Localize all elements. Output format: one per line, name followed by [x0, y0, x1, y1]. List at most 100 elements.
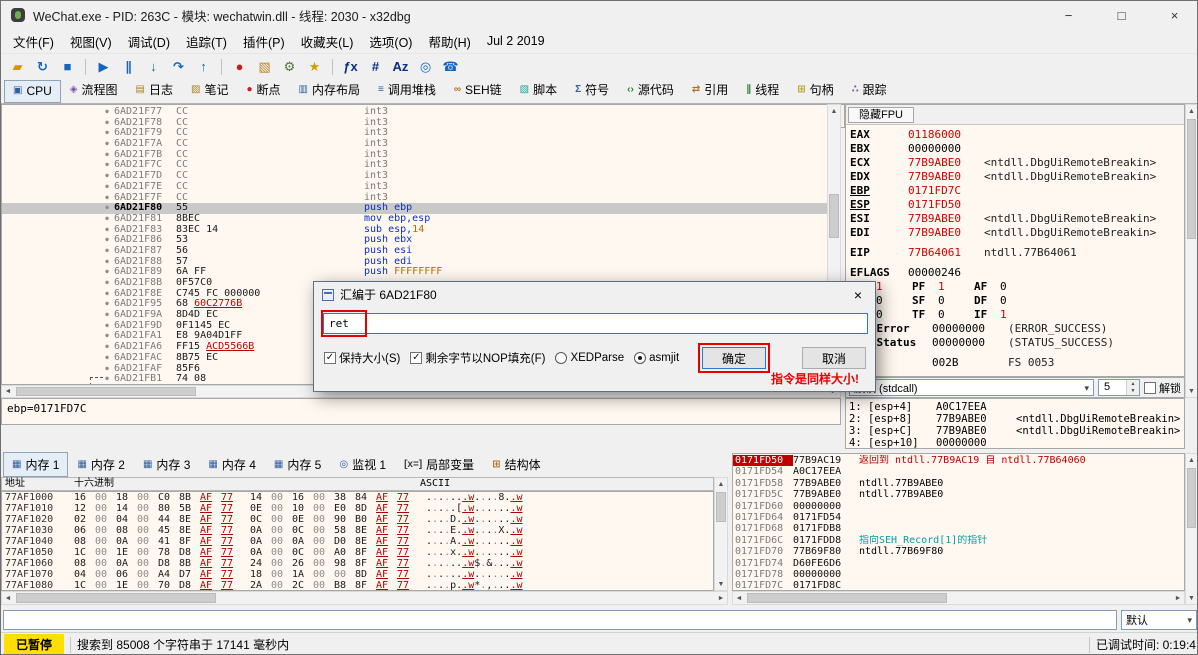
tab-script[interactable]: ▧ 脚本: [511, 77, 566, 103]
scrollbar-thumb[interactable]: [716, 492, 726, 522]
tab-symbols[interactable]: Σ 符号: [566, 77, 618, 103]
tab-notes[interactable]: ▨ 笔记: [182, 77, 237, 103]
dump-row[interactable]: 77AF1070 04000600A4D7AF7718001A00008DAF7…: [2, 569, 713, 580]
register-row[interactable]: ESP 0171FD50: [850, 198, 1180, 212]
register-row[interactable]: EBX 00000000: [850, 142, 1180, 156]
assembly-instruction-input[interactable]: [323, 313, 868, 334]
search-icon[interactable]: ◎: [414, 56, 437, 78]
tab-log[interactable]: ▤ 日志: [127, 77, 182, 103]
restart-icon[interactable]: ↻: [31, 56, 54, 78]
register-row[interactable]: EAX 01186000: [850, 128, 1180, 142]
pause-icon[interactable]: ∥: [117, 56, 140, 78]
tab-cpu[interactable]: ▣ CPU: [4, 80, 61, 103]
dump-row[interactable]: 77AF1050 1C001E0078D8AF770A000C00A08FAF7…: [2, 547, 713, 558]
scroll-left-arrow[interactable]: [733, 592, 745, 604]
open-file-icon[interactable]: ▰: [6, 56, 29, 78]
stack-vertical-scrollbar[interactable]: [1185, 453, 1198, 605]
calling-convention-select[interactable]: 默认 (stdcall): [849, 379, 1094, 396]
menu-favourites[interactable]: 收藏夹(L): [293, 29, 362, 54]
dump-row[interactable]: 77AF1000 16001800C08BAF77140016003884AF7…: [2, 492, 713, 503]
tab-struct[interactable]: ⊞ 结构体: [483, 452, 549, 477]
scrollbar-thumb[interactable]: [1187, 468, 1196, 528]
menu-view[interactable]: 视图(V): [62, 29, 120, 54]
settings-icon[interactable]: ⚙: [278, 56, 301, 78]
flags-row[interactable]: ZF1 PF1 AF0: [850, 280, 1180, 294]
stack-row[interactable]: 0171FD58 77B9ABE0 ntdll.77B9ABE0: [733, 478, 1184, 489]
dump-row[interactable]: 77AF1060 08000A00D88BAF7724002600988FAF7…: [2, 558, 713, 569]
dump-horizontal-scrollbar[interactable]: [1, 591, 728, 605]
spin-up-icon[interactable]: [1127, 380, 1139, 388]
register-row[interactable]: EFLAGS 00000246: [850, 266, 1180, 280]
scroll-up-arrow[interactable]: [1186, 105, 1197, 117]
minimize-button[interactable]: −: [1046, 1, 1091, 29]
scroll-left-arrow[interactable]: [2, 386, 14, 397]
stack-row[interactable]: 0171FD50 77B9AC19 返回到 ntdll.77B9AC19 自 n…: [733, 455, 1184, 466]
register-row[interactable]: ECX 77B9ABE0 <ntdll.DbgUiRemoteBreakin>: [850, 156, 1180, 170]
scroll-right-arrow[interactable]: [715, 592, 727, 604]
tab-memory-map[interactable]: ▥ 内存布局: [290, 77, 369, 103]
scroll-up-arrow[interactable]: [1186, 454, 1197, 466]
register-row[interactable]: LastError 00000000 (ERROR_SUCCESS): [850, 322, 1180, 336]
register-row[interactable]: EDI 77B9ABE0 <ntdll.DbgUiRemoteBreakin>: [850, 226, 1180, 240]
register-row[interactable]: GS 002B FS 0053: [850, 356, 1180, 370]
scroll-down-arrow[interactable]: [715, 578, 727, 590]
spin-down-icon[interactable]: [1127, 388, 1139, 396]
tab-locals[interactable]: [x=] 局部变量: [395, 452, 483, 477]
nop-fill-checkbox[interactable]: 剩余字节以NOP填充(F): [410, 350, 545, 366]
run-icon[interactable]: ▶: [92, 56, 115, 78]
tab-watch-1[interactable]: ◎ 监视 1: [330, 452, 395, 477]
tab-seh-chain[interactable]: ∞ SEH链: [445, 77, 511, 103]
tab-dump-5[interactable]: ▦ 内存 5: [265, 452, 330, 477]
argument-row[interactable]: 3: [esp+C] 77B9ABE0 <ntdll.DbgUiRemoteBr…: [846, 425, 1184, 437]
dump-row[interactable]: 77AF1020 02000400448EAF770C000E0090B0AF7…: [2, 514, 713, 525]
dump-vertical-scrollbar[interactable]: [714, 477, 728, 591]
stack-row[interactable]: 0171FD54 A0C17EEA: [733, 466, 1184, 477]
cancel-button[interactable]: 取消: [802, 347, 866, 369]
tab-graph[interactable]: ◈ 流程图: [61, 77, 127, 103]
stack-row[interactable]: 0171FD64 0171FD54: [733, 512, 1184, 523]
run-until-return-icon[interactable]: ↑: [192, 56, 215, 78]
tab-dump-3[interactable]: ▦ 内存 3: [134, 452, 199, 477]
menu-trace[interactable]: 追踪(T): [178, 29, 235, 54]
register-row[interactable]: LastStatus 00000000 (STATUS_SUCCESS): [850, 336, 1180, 350]
stack-row[interactable]: 0171FD7C 0171FD8C: [733, 580, 1184, 591]
asmjit-radio[interactable]: asmjit: [634, 352, 679, 364]
dump-row[interactable]: 77AF1010 12001400805BAF770E001000E08DAF7…: [2, 503, 713, 514]
stack-row[interactable]: 0171FD60 00000000: [733, 501, 1184, 512]
tab-dump-4[interactable]: ▦ 内存 4: [199, 452, 264, 477]
xedparse-radio[interactable]: XEDParse: [555, 352, 624, 364]
tab-call-stack[interactable]: ≡ 调用堆栈: [369, 77, 445, 103]
favourites-icon[interactable]: ★: [303, 56, 326, 78]
stack-row[interactable]: 0171FD78 00000000: [733, 569, 1184, 580]
menu-plugins[interactable]: 插件(P): [235, 29, 293, 54]
command-input[interactable]: [3, 610, 1117, 630]
argument-row[interactable]: 2: [esp+8] 77B9ABE0 <ntdll.DbgUiRemoteBr…: [846, 413, 1184, 425]
scroll-left-arrow[interactable]: [2, 592, 14, 604]
ok-button[interactable]: 确定: [702, 347, 766, 369]
stack-row[interactable]: 0171FD6C 0171FDD8 指向SEH_Record[1]的指针: [733, 535, 1184, 546]
disassembly-row[interactable]: ● 6AD21F7E CC int3: [2, 182, 827, 193]
assemble-icon[interactable]: ƒx: [339, 56, 362, 78]
register-row[interactable]: EIP 77B64061 ntdll.77B64061: [850, 246, 1180, 260]
scrollbar-thumb[interactable]: [1187, 119, 1196, 239]
argument-row[interactable]: 4: [esp+10] 00000000: [846, 437, 1184, 449]
scroll-right-arrow[interactable]: [1172, 592, 1184, 604]
stack-horizontal-scrollbar[interactable]: [732, 591, 1185, 605]
unlock-checkbox[interactable]: 解锁: [1144, 380, 1181, 396]
register-row[interactable]: ESI 77B9ABE0 <ntdll.DbgUiRemoteBreakin>: [850, 212, 1180, 226]
dialog-close-icon[interactable]: ×: [841, 282, 875, 307]
dump-row[interactable]: 77AF1080 1C001E0070D8AF772A002C00B88FAF7…: [2, 580, 713, 591]
dump-row[interactable]: 77AF1040 08000A00418FAF770A000A00D08EAF7…: [2, 536, 713, 547]
registers-vertical-scrollbar[interactable]: [1185, 104, 1198, 398]
tab-breakpoints[interactable]: ● 断点: [237, 77, 289, 103]
stack-row[interactable]: 0171FD70 77B69F80 ntdll.77B69F80: [733, 546, 1184, 557]
menu-debug[interactable]: 调试(D): [120, 29, 178, 54]
tab-dump-1[interactable]: ▦ 内存 1: [3, 452, 68, 477]
tab-handles[interactable]: ⊞ 句柄: [788, 77, 842, 103]
command-script-select[interactable]: 默认: [1121, 610, 1197, 630]
keep-size-checkbox[interactable]: 保持大小(S): [324, 350, 400, 366]
scroll-up-arrow[interactable]: [715, 478, 727, 490]
scrollbar-thumb[interactable]: [829, 194, 839, 238]
register-row[interactable]: EDX 77B9ABE0 <ntdll.DbgUiRemoteBreakin>: [850, 170, 1180, 184]
scrollbar-thumb[interactable]: [747, 593, 947, 603]
